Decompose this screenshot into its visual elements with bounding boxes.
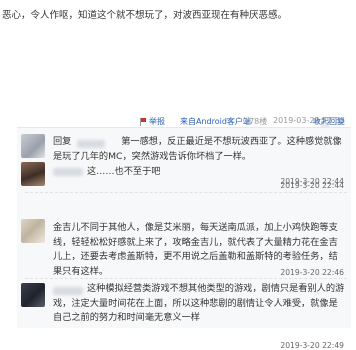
avatar[interactable] [21,283,45,307]
reply-item: 这……也不至于吧 2019-3-20 22:44 [17,162,351,214]
reply-time: 2019-3-20 22:44 [280,181,344,190]
post-content: 恶心，令人作呕，知道这个就不想玩了，对波西亚现在有种厌恶感。 [2,10,288,21]
reply-text: 第一感想，反正最近是不想玩波西亚了。这种感觉就像是玩了几年的MC，突然游戏告诉你… [53,136,342,162]
reply-time: 2019-3-20 22:46 [280,268,344,277]
reply-text: 这……也不至于吧 [87,166,161,177]
reply-text-wrap: 回复 第一感想，反正最近是不想玩波西亚了。这种感觉就像是玩了几年的MC，突然游戏… [53,135,345,164]
reply-panel: 回复 第一感想，反正最近是不想玩波西亚了。这种感觉就像是玩了几年的MC，突然游戏… [17,122,351,350]
client-source-link[interactable]: 来自Android客户端 [180,116,251,127]
reply-prefix: 回复 [53,136,72,147]
report-flag-icon [140,118,147,126]
reply-item: 这种模拟经营类游戏不想其他类型的游戏，剧情只是看别人的游戏，注定大量时间花在上面… [17,279,351,350]
report-link[interactable]: 举报 [140,116,165,127]
avatar[interactable] [21,219,45,243]
report-label[interactable]: 举报 [149,116,165,127]
reply-time: 2019-3-20 22:49 [280,341,344,350]
floor-number: 178楼 [244,117,268,126]
avatar[interactable] [21,134,45,158]
username-redacted[interactable] [53,168,83,176]
avatar[interactable] [21,162,45,186]
reply-text: 这种模拟经营类游戏不想其他类型的游戏，剧情只是看别人的游戏，注定大量时间花在上面… [53,283,345,323]
reply-item: 金吉儿不同于其他人，像是艾米丽，每天送南瓜派，加上小鸡快跑等支线，轻轻松松好感就… [17,216,351,277]
